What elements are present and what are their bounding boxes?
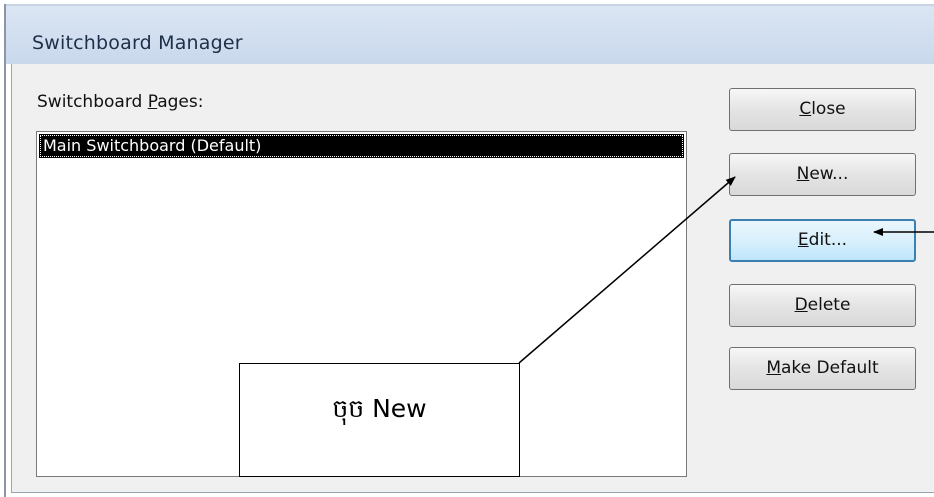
title-bar[interactable]: Switchboard Manager: [6, 6, 934, 64]
delete-button[interactable]: Delete: [729, 284, 916, 327]
annotation-callout: ចុច New: [239, 363, 520, 477]
close-button[interactable]: Close: [729, 88, 916, 131]
edit-button[interactable]: Edit...: [729, 219, 916, 262]
edit-access-key: E: [797, 230, 809, 250]
delete-label-rest: elete: [807, 295, 851, 315]
switchboard-manager-dialog: Switchboard Manager Switchboard Pages: M…: [0, 0, 934, 497]
delete-access-key: D: [794, 295, 808, 315]
new-label-rest: ew...: [809, 164, 849, 184]
callout-text: ចុច New: [332, 394, 427, 423]
list-item-main-switchboard[interactable]: Main Switchboard (Default): [39, 134, 684, 158]
make-default-label-rest: ake Default: [781, 358, 879, 378]
label-suffix: ages:: [157, 92, 204, 112]
close-access-key: C: [799, 99, 812, 119]
edit-label-rest: dit...: [808, 230, 848, 250]
close-label-rest: lose: [811, 99, 846, 119]
make-default-access-key: M: [766, 358, 782, 378]
new-button[interactable]: New...: [729, 153, 916, 196]
window-title: Switchboard Manager: [32, 32, 243, 54]
window-frame-left: [4, 4, 6, 497]
make-default-button[interactable]: Make Default: [729, 347, 916, 390]
new-access-key: N: [796, 164, 810, 184]
switchboard-pages-label: Switchboard Pages:: [37, 92, 203, 112]
label-access-key: P: [147, 92, 158, 112]
label-prefix: Switchboard: [37, 92, 148, 112]
